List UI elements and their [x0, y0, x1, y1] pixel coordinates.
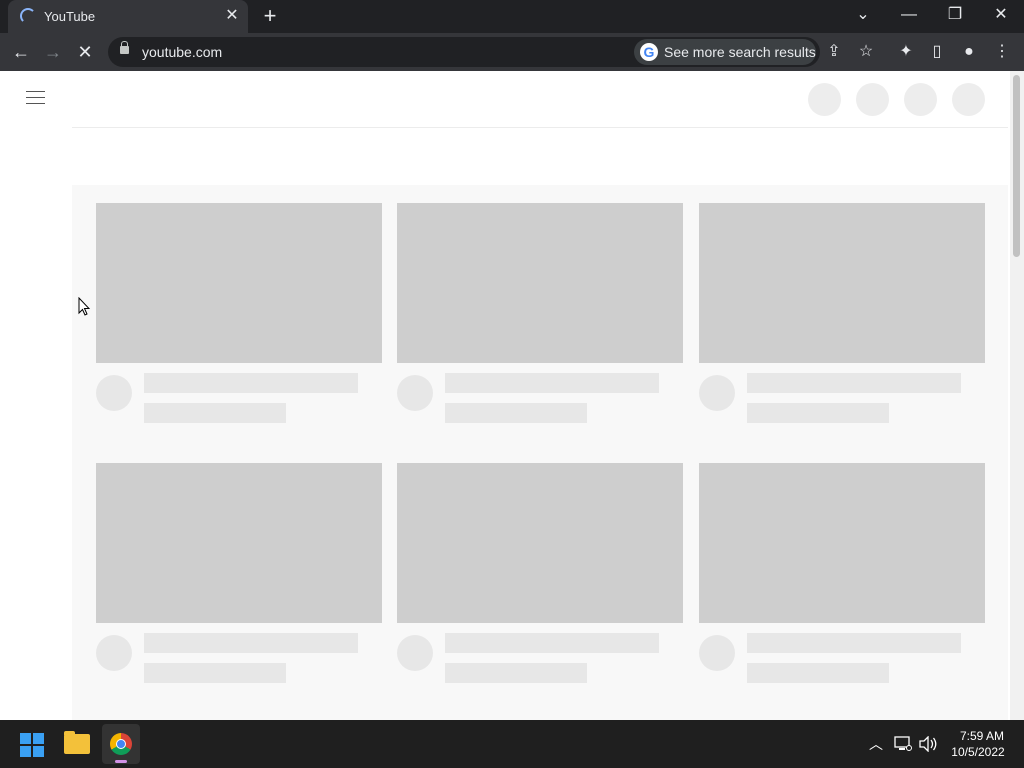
search-results-chip[interactable]: G See more search results — [634, 39, 816, 65]
hamburger-menu-icon[interactable] — [26, 91, 46, 107]
page-viewport — [0, 71, 1024, 720]
chip-bar-placeholder — [72, 127, 1008, 186]
avatar-placeholder — [397, 635, 433, 671]
forward-button[interactable]: → — [38, 37, 68, 67]
masthead-placeholder-circle — [904, 83, 937, 116]
avatar-placeholder — [96, 375, 132, 411]
thumbnail-placeholder — [96, 203, 382, 363]
tab-strip: YouTube ✕ + ⌄ — ❐ ✕ — [0, 0, 1024, 33]
close-window-button[interactable]: ✕ — [985, 4, 1017, 26]
thumbnail-placeholder — [699, 463, 985, 623]
minimize-button[interactable]: — — [893, 4, 925, 26]
thumbnail-placeholder — [397, 463, 683, 623]
share-icon[interactable]: ⇪ — [819, 37, 849, 67]
clock-date[interactable]: 10/5/2022 — [944, 745, 1012, 759]
page-scrollbar[interactable] — [1010, 71, 1024, 720]
stop-loading-button[interactable]: ✕ — [70, 37, 100, 67]
scrollbar-thumb[interactable] — [1013, 75, 1020, 257]
google-icon: G — [640, 43, 658, 61]
bookmark-star-icon[interactable]: ☆ — [851, 37, 881, 67]
title-placeholder — [747, 633, 961, 653]
network-icon[interactable] — [894, 736, 912, 752]
file-explorer-icon[interactable] — [64, 731, 90, 754]
new-tab-button[interactable]: + — [258, 4, 282, 28]
url-text[interactable]: youtube.com — [142, 44, 222, 60]
masthead-placeholder-circle — [952, 83, 985, 116]
meta-placeholder — [445, 663, 587, 683]
tab-close-button[interactable]: ✕ — [224, 6, 240, 26]
browser-toolbar: ← → ✕ youtube.com G See more search resu… — [0, 33, 1024, 71]
taskbar: ︿ 7:59 AM 10/5/2022 — [0, 720, 1024, 768]
avatar-placeholder — [96, 635, 132, 671]
active-app-indicator — [115, 760, 127, 763]
search-chip-label: See more search results — [664, 44, 816, 60]
masthead-placeholder-circle — [856, 83, 889, 116]
tab-search-button[interactable]: ⌄ — [847, 4, 879, 26]
title-placeholder — [144, 373, 358, 393]
title-placeholder — [445, 633, 659, 653]
avatar-placeholder — [699, 635, 735, 671]
meta-placeholder — [445, 403, 587, 423]
title-placeholder — [144, 633, 358, 653]
avatar-placeholder — [699, 375, 735, 411]
masthead-placeholder-circle — [808, 83, 841, 116]
meta-placeholder — [144, 403, 286, 423]
extensions-icon[interactable]: ✦ — [891, 37, 921, 67]
mouse-cursor-icon — [78, 297, 90, 316]
title-placeholder — [445, 373, 659, 393]
thumbnail-placeholder — [96, 463, 382, 623]
chrome-icon — [110, 733, 132, 755]
meta-placeholder — [144, 663, 286, 683]
windows-start-icon[interactable] — [20, 733, 44, 757]
back-button[interactable]: ← — [6, 37, 36, 67]
clock-time[interactable]: 7:59 AM — [952, 729, 1012, 743]
browser-tab[interactable]: YouTube ✕ — [8, 0, 248, 33]
tab-title: YouTube — [44, 9, 96, 24]
video-grid-skeleton — [72, 185, 1008, 720]
meta-placeholder — [747, 403, 889, 423]
thumbnail-placeholder — [397, 203, 683, 363]
avatar-placeholder — [397, 375, 433, 411]
meta-placeholder — [747, 663, 889, 683]
address-bar[interactable]: youtube.com G See more search results ⇪ — [108, 37, 841, 67]
loading-spinner-icon — [20, 8, 36, 24]
side-panel-icon[interactable]: ▯ — [922, 37, 952, 67]
title-placeholder — [747, 373, 961, 393]
lock-icon[interactable] — [120, 41, 129, 54]
profile-icon[interactable]: ● — [954, 37, 984, 67]
volume-icon[interactable] — [918, 736, 938, 752]
browser-menu-icon[interactable]: ⋮ — [987, 37, 1017, 67]
restore-button[interactable]: ❐ — [939, 4, 971, 26]
thumbnail-placeholder — [699, 203, 985, 363]
chrome-taskbar-button[interactable] — [102, 724, 140, 764]
tray-overflow-chevron-icon[interactable]: ︿ — [866, 734, 886, 754]
